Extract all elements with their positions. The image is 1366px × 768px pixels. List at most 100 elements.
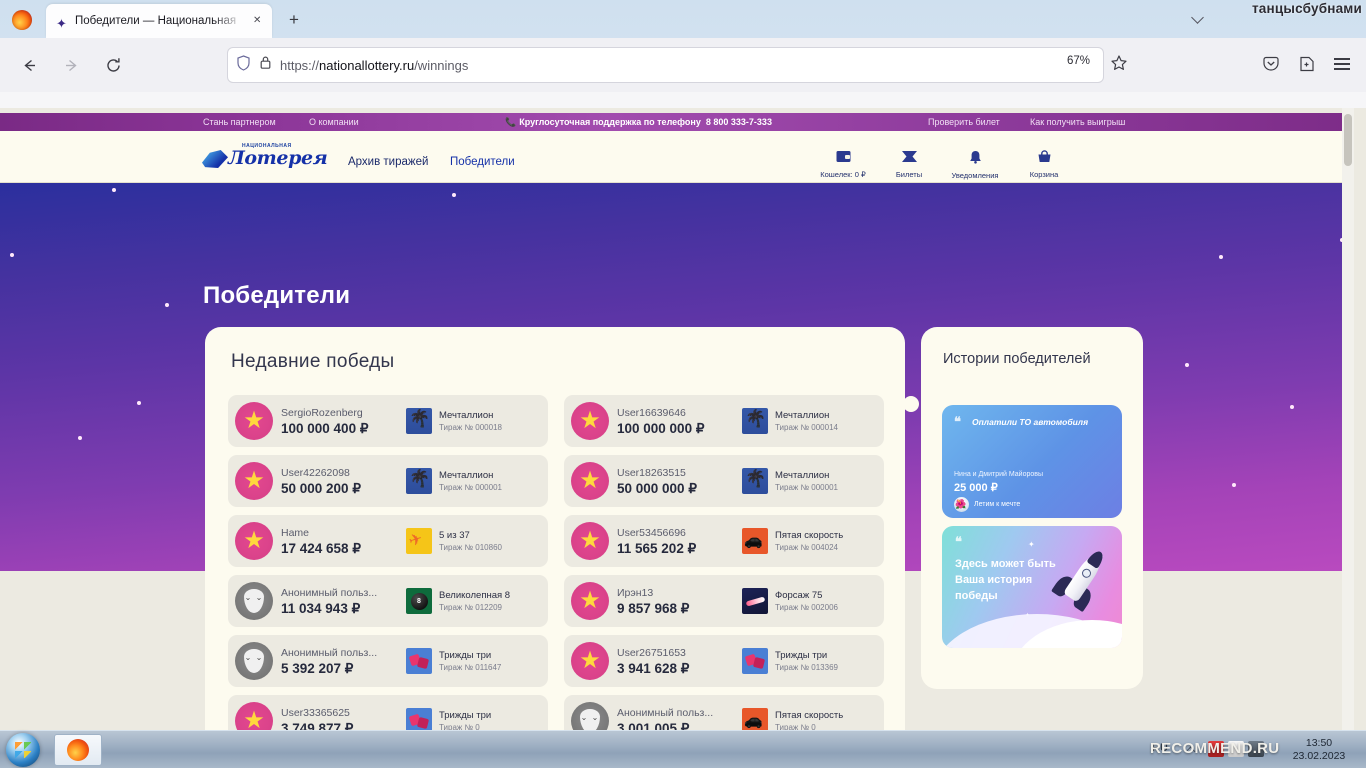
lock-icon[interactable] — [259, 55, 272, 75]
story-amount: 25 000 ₽ — [954, 482, 998, 494]
header-tickets-label: Билеты — [895, 170, 923, 179]
winner-name: User53456696 — [617, 526, 686, 539]
game-text: Форсаж 75 Тираж № 002006 — [775, 590, 838, 613]
game-text: Трижды три Тираж № 011647 — [439, 650, 501, 673]
utility-link-how-to-get[interactable]: Как получить выигрыш — [1030, 117, 1125, 127]
watermark-bottom: RECOMMEND.RU — [1150, 740, 1280, 757]
game-draw-number: Тираж № 004024 — [775, 542, 838, 552]
winner-amount: 9 857 968 ₽ — [617, 600, 690, 616]
winner-game: МечталлионТираж № 000018 — [406, 408, 542, 434]
header-cart[interactable]: Корзина — [1007, 150, 1081, 179]
winner-amount: 11 034 943 ₽ — [281, 600, 361, 616]
account-icon[interactable] — [1298, 55, 1316, 73]
game-name: Трижды три — [775, 649, 828, 661]
game-name: Мечталлион — [439, 409, 494, 421]
tab-strip: Победители — Национальная + танцысбубнам… — [0, 0, 1366, 38]
winner-row[interactable]: User333656253 749 877 ₽ Трижды триТираж №… — [228, 695, 548, 730]
winner-name: User18263515 — [617, 466, 686, 479]
winner-row[interactable]: User4226209850 000 200 ₽ МечталлионТираж … — [228, 455, 548, 507]
nav-link-winners[interactable]: Победители — [450, 156, 515, 168]
winner-name: Анонимный польз... — [281, 586, 378, 599]
support-phone-block[interactable]: 📞 Круглосуточная поддержка по телефону 8 … — [505, 117, 772, 128]
forward-arrow-icon — [54, 48, 88, 82]
new-tab-button[interactable]: + — [282, 9, 306, 33]
scrollbar-thumb[interactable] — [1344, 114, 1352, 166]
game-icon — [742, 528, 768, 554]
winner-name: User33365625 — [281, 706, 350, 719]
watermark-top: танцысбубнами — [1252, 1, 1362, 16]
winner-row[interactable]: User5345669611 565 202 ₽ Пятая скоростьТи… — [564, 515, 884, 567]
sparkle-star-icon: ✦ — [1028, 540, 1035, 549]
game-name: Мечталлион — [775, 469, 830, 481]
winner-amount: 11 565 202 ₽ — [617, 540, 697, 556]
winner-game: Трижды три Тираж № 011647 — [406, 648, 542, 674]
winners-grid: SergioRozenberg100 000 400 ₽МечталлионТи… — [228, 395, 884, 730]
winner-name: User26751653 — [617, 646, 686, 659]
close-icon[interactable] — [250, 13, 266, 29]
utility-link-partner[interactable]: Стань партнером — [203, 117, 276, 127]
header-wallet[interactable]: Кошелек: 0 ₽ — [806, 150, 880, 179]
page-scrollbar[interactable] — [1342, 108, 1354, 730]
support-phone: 8 800 333-7-333 — [705, 116, 772, 127]
game-name: Мечталлион — [439, 469, 494, 481]
story-card-placeholder[interactable]: ✦ ✦ ✦ ❝ Здесь может быть Ваша история по… — [942, 526, 1122, 648]
anonymous-avatar-icon — [235, 642, 273, 680]
star-icon[interactable] — [1110, 54, 1128, 72]
winner-row[interactable]: SergioRozenberg100 000 400 ₽ МечталлионТи… — [228, 395, 548, 447]
winner-game: Великолепная 8Тираж № 012209 — [406, 588, 542, 614]
firefox-taskbar-button[interactable] — [54, 734, 102, 766]
winner-amount: 3 941 628 ₽ — [617, 660, 690, 676]
tray-clock[interactable]: 13:50 23.02.2023 — [1284, 737, 1354, 763]
game-text: Трижды три Тираж № 013369 — [775, 650, 838, 673]
recent-wins-card: Недавние победы SergioRozenberg100 000 4… — [205, 327, 905, 730]
winner-row[interactable]: User267516533 941 628 ₽ Трижды триТираж №… — [564, 635, 884, 687]
game-icon — [406, 468, 432, 494]
zoom-level-badge[interactable]: 67% — [1062, 54, 1096, 68]
reload-icon[interactable] — [96, 48, 130, 82]
chevron-down-icon[interactable] — [1190, 12, 1210, 26]
winner-row[interactable]: Анонимный польз...5 392 207 ₽ Трижды триТ… — [228, 635, 548, 687]
browser-tab[interactable]: Победители — Национальная — [46, 4, 272, 38]
story-headline: Оплатили ТО автомобиля — [972, 417, 1089, 427]
anonymous-avatar-icon — [571, 702, 609, 730]
winner-row[interactable]: User16639646100 000 000 ₽ МечталлионТираж… — [564, 395, 884, 447]
header-notifications[interactable]: Уведомления — [938, 150, 1012, 180]
back-arrow-icon[interactable] — [12, 48, 46, 82]
winner-row[interactable]: Ирэн139 857 968 ₽ Форсаж 75Тираж № 002006 — [564, 575, 884, 627]
hamburger-icon[interactable] — [1334, 55, 1352, 73]
winner-row[interactable]: Наme17 424 658 ₽ 5 из 37Тираж № 010860 — [228, 515, 548, 567]
winner-row[interactable]: Анонимный польз...3 001 005 ₽ Пятая скоро… — [564, 695, 884, 730]
game-name: 5 из 37 — [439, 529, 470, 541]
game-icon — [742, 648, 768, 674]
winner-game: МечталлионТираж № 000001 — [406, 468, 542, 494]
story-card[interactable]: ❝ Оплатили ТО автомобиля Нина и Дмитрий … — [942, 405, 1122, 518]
carousel-dot[interactable] — [903, 396, 919, 412]
game-draw-number: Тираж № 0 — [439, 722, 480, 731]
utility-link-check-ticket[interactable]: Проверить билет — [928, 117, 1000, 127]
winner-game: Трижды три Тираж № 0 — [406, 708, 542, 730]
story-tag-label: Летим к мечте — [974, 501, 1021, 508]
site-logo[interactable]: НАЦИОНАЛЬНАЯ Лотерея — [202, 142, 328, 172]
game-draw-number: Тираж № 011647 — [439, 662, 502, 672]
utility-link-company[interactable]: О компании — [309, 117, 359, 127]
game-draw-number: Тираж № 0 — [775, 722, 816, 731]
game-icon — [742, 588, 768, 614]
address-bar[interactable]: https://nationallottery.ru/winnings — [228, 48, 1103, 82]
winner-info: User26751653 3 941 628 ₽ — [609, 646, 742, 677]
nav-link-archive[interactable]: Архив тиражей — [348, 156, 428, 168]
start-orb-icon[interactable] — [6, 733, 40, 767]
page-title: Победители — [203, 282, 351, 309]
shield-icon[interactable] — [236, 54, 251, 76]
winner-amount: 5 392 207 ₽ — [281, 660, 354, 676]
game-text: Пятая скорость Тираж № 0 — [775, 710, 843, 731]
header-tickets[interactable]: Билеты — [872, 150, 946, 179]
game-text: Мечталлион Тираж № 000001 — [439, 470, 502, 493]
game-text: 5 из 37 Тираж № 010860 — [439, 530, 502, 553]
winner-row[interactable]: User1826351550 000 000 ₽ МечталлионТираж … — [564, 455, 884, 507]
clock-time: 13:50 — [1305, 737, 1333, 749]
url-text[interactable]: https://nationallottery.ru/winnings — [280, 58, 1095, 73]
winner-row[interactable]: Анонимный польз...11 034 943 ₽ Великолепн… — [228, 575, 548, 627]
pocket-icon[interactable] — [1262, 55, 1280, 73]
chrome-bottom-strip — [0, 92, 1366, 108]
winner-info: Анонимный польз... 5 392 207 ₽ — [273, 646, 406, 677]
